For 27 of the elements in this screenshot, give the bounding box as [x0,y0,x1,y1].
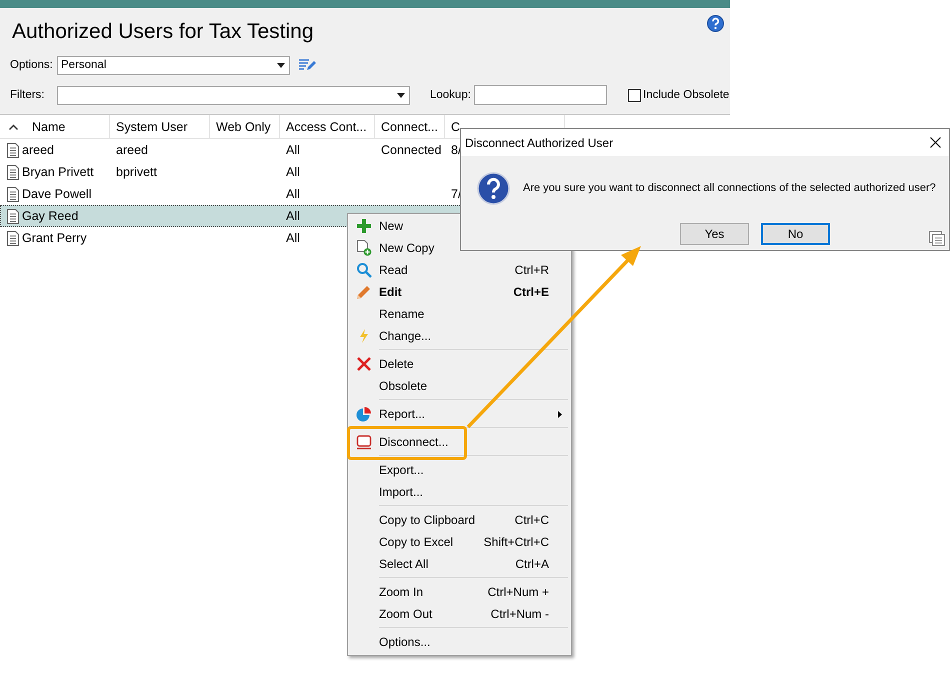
table-cell: areed [22,143,54,157]
table-cell: All [286,165,300,179]
table-cell: Gay Reed [22,209,78,223]
dialog-message: Are you sure you want to disconnect all connections of the selected authorized user? [523,182,936,194]
table-cell: bprivett [116,165,157,179]
shortcut-label: Shift+Ctrl+C [484,535,549,549]
shortcut-label: Ctrl+R [514,263,549,277]
lookup-label: Lookup: [430,89,472,101]
shortcut-label: Ctrl+A [515,557,549,571]
filters-label: Filters: [10,89,46,101]
table-cell: All [286,209,300,223]
shortcut-label: Ctrl+Num + [488,585,549,599]
table-cell: All [286,231,300,245]
table-cell: Connected [381,143,442,157]
table-cell: All [286,187,300,201]
shortcut-label: Ctrl+C [514,513,549,527]
include-obsolete-label: Include Obsolete [643,89,730,101]
shortcut-label: Ctrl+E [513,285,549,299]
shortcut-label: Ctrl+Num - [490,607,549,621]
page-title: Authorized Users for Tax Testing [12,20,314,44]
options-label: Options: [10,59,54,71]
dialog-title: Disconnect Authorized User [465,136,614,150]
table-cell: Grant Perry [22,231,87,245]
table-cell: All [286,143,300,157]
table-cell: areed [116,143,148,157]
table-cell: Dave Powell [22,187,92,201]
table-cell: Bryan Privett [22,165,94,179]
